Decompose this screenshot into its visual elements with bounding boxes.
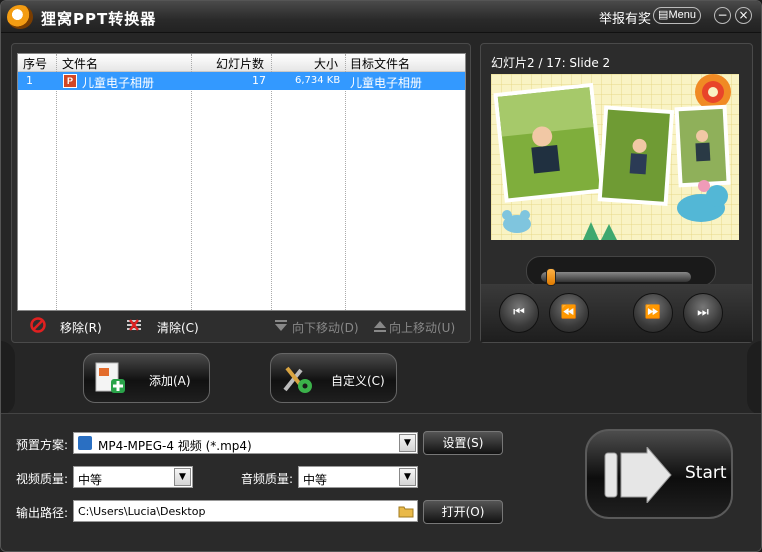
output-path-value: C:\Users\Lucia\Desktop: [78, 505, 206, 518]
remove-button[interactable]: 移除(R): [60, 319, 102, 336]
column-divider: [345, 54, 346, 310]
preset-label: 预置方案:: [16, 438, 69, 452]
title-bar: 狸窝PPT转换器 举报有奖 ▤Menu − ×: [1, 1, 761, 33]
move-up-icon: [374, 321, 386, 332]
menu-button[interactable]: ▤Menu: [653, 7, 701, 24]
customize-button[interactable]: 自定义(C): [270, 353, 397, 403]
add-button-label: 添加(A): [149, 374, 191, 388]
column-divider: [271, 54, 272, 310]
clear-icon: [127, 319, 141, 331]
preview-panel: 幻灯片2 / 17: Slide 2 ⏮ ⏪ ⏩ ⏭: [480, 43, 753, 343]
remove-icon: [30, 317, 46, 333]
audio-quality-select[interactable]: 中等 ▼: [298, 466, 418, 488]
tools-icon: [283, 366, 312, 393]
customize-button-label: 自定义(C): [331, 374, 385, 388]
next-slide-button[interactable]: ⏩: [633, 293, 673, 333]
col-index-header[interactable]: 序号: [23, 55, 47, 72]
settings-button[interactable]: 设置(S): [423, 431, 503, 455]
row-index: 1: [26, 74, 33, 87]
ppt-file-icon: P: [63, 74, 77, 88]
chevron-down-icon: ▼: [399, 434, 416, 452]
list-actions: 移除(R) 清除(C) 向下移动(D) 向上移动(U): [12, 316, 472, 340]
file-list-panel: 序号 文件名 幻灯片数 大小 目标文件名 1 P 儿童电子相册 17 6,734…: [11, 43, 471, 343]
app-window: 狸窝PPT转换器 举报有奖 ▤Menu − × 序号 文件名 幻灯片数 大小 目…: [0, 0, 762, 552]
col-size-header[interactable]: 大小: [314, 55, 338, 72]
open-button[interactable]: 打开(O): [423, 500, 503, 524]
table-header: 序号 文件名 幻灯片数 大小 目标文件名: [18, 54, 465, 72]
audio-quality-label: 音频质量:: [241, 472, 294, 486]
slide-preview-image: [491, 74, 739, 240]
move-up-button[interactable]: 向上移动(U): [389, 319, 455, 336]
app-title: 狸窝PPT转换器: [41, 10, 157, 28]
right-decoration: [747, 341, 761, 415]
clear-button[interactable]: 清除(C): [157, 319, 199, 336]
slide-caption: 幻灯片2 / 17: Slide 2: [491, 56, 611, 70]
preset-value: MP4-MPEG-4 视频 (*.mp4): [98, 439, 252, 453]
video-quality-value: 中等: [78, 473, 103, 487]
preset-select[interactable]: MP4-MPEG-4 视频 (*.mp4) ▼: [73, 432, 418, 454]
app-logo-icon: [7, 5, 33, 29]
col-target-header[interactable]: 目标文件名: [350, 55, 410, 72]
report-link[interactable]: 举报有奖: [599, 8, 651, 27]
start-button[interactable]: Start: [585, 429, 733, 519]
fast-forward-icon: ⏩: [644, 305, 662, 320]
skip-first-icon: ⏮: [513, 305, 525, 320]
row-file-name: 儿童电子相册: [82, 76, 155, 90]
column-divider: [191, 54, 192, 310]
output-path-input[interactable]: C:\Users\Lucia\Desktop: [73, 500, 418, 522]
col-filename-header[interactable]: 文件名: [62, 55, 98, 72]
seek-slider-handle[interactable]: [545, 268, 556, 286]
previous-slide-button[interactable]: ⏪: [549, 293, 589, 333]
row-size: 6,734 KB: [295, 75, 341, 86]
chevron-down-icon: ▼: [174, 468, 191, 486]
table-row[interactable]: 1 P 儿童电子相册 17 6,734 KB 儿童电子相册: [18, 72, 465, 90]
left-decoration: [1, 341, 15, 415]
row-slide-count: 17: [252, 74, 266, 87]
folder-icon[interactable]: [398, 504, 414, 518]
file-table: 序号 文件名 幻灯片数 大小 目标文件名 1 P 儿童电子相册 17 6,734…: [17, 53, 466, 311]
video-quality-label: 视频质量:: [16, 472, 69, 486]
seek-slider[interactable]: [541, 272, 691, 282]
output-path-label: 输出路径:: [16, 506, 69, 520]
add-file-icon: [95, 362, 125, 393]
start-label: Start: [685, 463, 727, 483]
menu-icon: ▤: [658, 9, 669, 21]
player-controls: ⏮ ⏪ ⏩ ⏭: [481, 254, 752, 342]
move-down-icon: [275, 320, 287, 331]
add-button[interactable]: 添加(A): [83, 353, 210, 403]
close-button[interactable]: ×: [735, 7, 752, 24]
col-slides-header[interactable]: 幻灯片数: [216, 55, 264, 72]
last-slide-button[interactable]: ⏭: [683, 293, 723, 333]
rewind-icon: ⏪: [560, 305, 578, 320]
slide-artwork: [491, 74, 739, 240]
minimize-button[interactable]: −: [714, 7, 731, 24]
audio-quality-value: 中等: [303, 473, 328, 487]
video-quality-select[interactable]: 中等 ▼: [73, 466, 193, 488]
row-target-name: 儿童电子相册: [350, 76, 423, 90]
play-arrow-icon: [604, 447, 672, 503]
video-format-icon: [78, 436, 92, 450]
menu-label: Menu: [668, 9, 696, 21]
move-down-button[interactable]: 向下移动(D): [292, 319, 359, 336]
first-slide-button[interactable]: ⏮: [499, 293, 539, 333]
chevron-down-icon: ▼: [399, 468, 416, 486]
skip-last-icon: ⏭: [697, 305, 709, 320]
column-divider: [56, 54, 57, 310]
